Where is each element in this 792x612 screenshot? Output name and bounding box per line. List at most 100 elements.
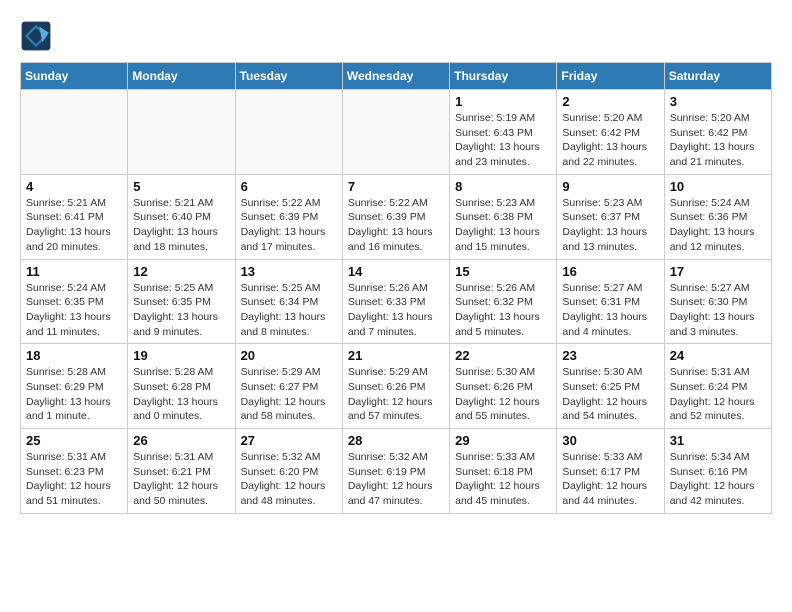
day-number: 22 — [455, 348, 551, 363]
calendar-cell: 15 Sunrise: 5:26 AM Sunset: 6:32 PM Dayli… — [450, 259, 557, 344]
day-info: Sunrise: 5:21 AM Sunset: 6:40 PM Dayligh… — [133, 196, 229, 255]
day-info: Sunrise: 5:27 AM Sunset: 6:30 PM Dayligh… — [670, 281, 766, 340]
day-number: 13 — [241, 264, 337, 279]
day-number: 7 — [348, 179, 444, 194]
day-number: 28 — [348, 433, 444, 448]
day-number: 27 — [241, 433, 337, 448]
day-number: 18 — [26, 348, 122, 363]
day-number: 3 — [670, 94, 766, 109]
calendar-cell: 26 Sunrise: 5:31 AM Sunset: 6:21 PM Dayli… — [128, 429, 235, 514]
day-number: 4 — [26, 179, 122, 194]
day-number: 10 — [670, 179, 766, 194]
day-number: 24 — [670, 348, 766, 363]
day-number: 30 — [562, 433, 658, 448]
day-number: 6 — [241, 179, 337, 194]
day-info: Sunrise: 5:19 AM Sunset: 6:43 PM Dayligh… — [455, 111, 551, 170]
day-number: 20 — [241, 348, 337, 363]
weekday-header-wednesday: Wednesday — [342, 63, 449, 90]
day-info: Sunrise: 5:32 AM Sunset: 6:20 PM Dayligh… — [241, 450, 337, 509]
day-info: Sunrise: 5:22 AM Sunset: 6:39 PM Dayligh… — [241, 196, 337, 255]
logo-icon — [20, 20, 52, 52]
day-info: Sunrise: 5:20 AM Sunset: 6:42 PM Dayligh… — [670, 111, 766, 170]
weekday-header-saturday: Saturday — [664, 63, 771, 90]
calendar-cell: 22Sunrise: 5:30 AM Sunset: 6:26 PM Dayli… — [450, 344, 557, 429]
calendar-week-4: 18 Sunrise: 5:28 AM Sunset: 6:29 PM Dayli… — [21, 344, 772, 429]
weekday-header-thursday: Thursday — [450, 63, 557, 90]
day-number: 8 — [455, 179, 551, 194]
day-info: Sunrise: 5:28 AM Sunset: 6:29 PM Dayligh… — [26, 365, 122, 424]
day-info: Sunrise: 5:33 AM Sunset: 6:17 PM Dayligh… — [562, 450, 658, 509]
day-number: 5 — [133, 179, 229, 194]
calendar-week-5: 25Sunrise: 5:31 AM Sunset: 6:23 PM Dayli… — [21, 429, 772, 514]
calendar-cell: 17 Sunrise: 5:27 AM Sunset: 6:30 PM Dayli… — [664, 259, 771, 344]
weekday-header-sunday: Sunday — [21, 63, 128, 90]
day-number: 31 — [670, 433, 766, 448]
calendar-cell: 6 Sunrise: 5:22 AM Sunset: 6:39 PM Daylig… — [235, 174, 342, 259]
calendar-cell: 23 Sunrise: 5:30 AM Sunset: 6:25 PM Dayli… — [557, 344, 664, 429]
calendar-cell: 20 Sunrise: 5:29 AM Sunset: 6:27 PM Dayli… — [235, 344, 342, 429]
calendar-cell: 4 Sunrise: 5:21 AM Sunset: 6:41 PM Daylig… — [21, 174, 128, 259]
calendar-cell: 5 Sunrise: 5:21 AM Sunset: 6:40 PM Daylig… — [128, 174, 235, 259]
day-info: Sunrise: 5:32 AM Sunset: 6:19 PM Dayligh… — [348, 450, 444, 509]
calendar-cell: 30 Sunrise: 5:33 AM Sunset: 6:17 PM Dayli… — [557, 429, 664, 514]
calendar-cell — [235, 90, 342, 175]
calendar-cell: 27 Sunrise: 5:32 AM Sunset: 6:20 PM Dayli… — [235, 429, 342, 514]
day-number: 17 — [670, 264, 766, 279]
day-info: Sunrise: 5:30 AM Sunset: 6:25 PM Dayligh… — [562, 365, 658, 424]
day-number: 12 — [133, 264, 229, 279]
day-info: Sunrise: 5:26 AM Sunset: 6:32 PM Dayligh… — [455, 281, 551, 340]
calendar-cell: 3 Sunrise: 5:20 AM Sunset: 6:42 PM Daylig… — [664, 90, 771, 175]
day-info: Sunrise: 5:24 AM Sunset: 6:36 PM Dayligh… — [670, 196, 766, 255]
calendar-cell: 11Sunrise: 5:24 AM Sunset: 6:35 PM Dayli… — [21, 259, 128, 344]
calendar-header-row: SundayMondayTuesdayWednesdayThursdayFrid… — [21, 63, 772, 90]
calendar-cell: 2Sunrise: 5:20 AM Sunset: 6:42 PM Daylig… — [557, 90, 664, 175]
calendar-cell: 21 Sunrise: 5:29 AM Sunset: 6:26 PM Dayli… — [342, 344, 449, 429]
day-number: 29 — [455, 433, 551, 448]
calendar-cell: 13 Sunrise: 5:25 AM Sunset: 6:34 PM Dayli… — [235, 259, 342, 344]
day-info: Sunrise: 5:33 AM Sunset: 6:18 PM Dayligh… — [455, 450, 551, 509]
day-info: Sunrise: 5:21 AM Sunset: 6:41 PM Dayligh… — [26, 196, 122, 255]
calendar-cell: 9Sunrise: 5:23 AM Sunset: 6:37 PM Daylig… — [557, 174, 664, 259]
day-number: 26 — [133, 433, 229, 448]
logo — [20, 20, 56, 52]
calendar-cell: 10 Sunrise: 5:24 AM Sunset: 6:36 PM Dayli… — [664, 174, 771, 259]
calendar-cell: 7 Sunrise: 5:22 AM Sunset: 6:39 PM Daylig… — [342, 174, 449, 259]
day-number: 1 — [455, 94, 551, 109]
calendar-cell: 18 Sunrise: 5:28 AM Sunset: 6:29 PM Dayli… — [21, 344, 128, 429]
calendar-cell — [342, 90, 449, 175]
page-header — [20, 20, 772, 52]
calendar-cell: 1 Sunrise: 5:19 AM Sunset: 6:43 PM Daylig… — [450, 90, 557, 175]
day-info: Sunrise: 5:20 AM Sunset: 6:42 PM Dayligh… — [562, 111, 658, 170]
day-info: Sunrise: 5:28 AM Sunset: 6:28 PM Dayligh… — [133, 365, 229, 424]
calendar-week-2: 4 Sunrise: 5:21 AM Sunset: 6:41 PM Daylig… — [21, 174, 772, 259]
day-info: Sunrise: 5:31 AM Sunset: 6:21 PM Dayligh… — [133, 450, 229, 509]
day-number: 23 — [562, 348, 658, 363]
day-info: Sunrise: 5:25 AM Sunset: 6:35 PM Dayligh… — [133, 281, 229, 340]
calendar-week-1: 1 Sunrise: 5:19 AM Sunset: 6:43 PM Daylig… — [21, 90, 772, 175]
day-info: Sunrise: 5:25 AM Sunset: 6:34 PM Dayligh… — [241, 281, 337, 340]
calendar-cell: 24 Sunrise: 5:31 AM Sunset: 6:24 PM Dayli… — [664, 344, 771, 429]
day-info: Sunrise: 5:23 AM Sunset: 6:37 PM Dayligh… — [562, 196, 658, 255]
calendar-cell: 31 Sunrise: 5:34 AM Sunset: 6:16 PM Dayli… — [664, 429, 771, 514]
calendar-week-3: 11Sunrise: 5:24 AM Sunset: 6:35 PM Dayli… — [21, 259, 772, 344]
day-info: Sunrise: 5:34 AM Sunset: 6:16 PM Dayligh… — [670, 450, 766, 509]
day-number: 21 — [348, 348, 444, 363]
day-info: Sunrise: 5:22 AM Sunset: 6:39 PM Dayligh… — [348, 196, 444, 255]
day-info: Sunrise: 5:24 AM Sunset: 6:35 PM Dayligh… — [26, 281, 122, 340]
calendar-cell: 8Sunrise: 5:23 AM Sunset: 6:38 PM Daylig… — [450, 174, 557, 259]
day-info: Sunrise: 5:29 AM Sunset: 6:26 PM Dayligh… — [348, 365, 444, 424]
weekday-header-monday: Monday — [128, 63, 235, 90]
day-number: 19 — [133, 348, 229, 363]
day-number: 25 — [26, 433, 122, 448]
calendar-cell: 14 Sunrise: 5:26 AM Sunset: 6:33 PM Dayli… — [342, 259, 449, 344]
day-info: Sunrise: 5:29 AM Sunset: 6:27 PM Dayligh… — [241, 365, 337, 424]
day-info: Sunrise: 5:31 AM Sunset: 6:24 PM Dayligh… — [670, 365, 766, 424]
calendar-cell: 29 Sunrise: 5:33 AM Sunset: 6:18 PM Dayli… — [450, 429, 557, 514]
day-number: 14 — [348, 264, 444, 279]
weekday-header-friday: Friday — [557, 63, 664, 90]
calendar-cell: 28 Sunrise: 5:32 AM Sunset: 6:19 PM Dayli… — [342, 429, 449, 514]
day-number: 15 — [455, 264, 551, 279]
calendar-cell: 12 Sunrise: 5:25 AM Sunset: 6:35 PM Dayli… — [128, 259, 235, 344]
day-info: Sunrise: 5:26 AM Sunset: 6:33 PM Dayligh… — [348, 281, 444, 340]
day-number: 16 — [562, 264, 658, 279]
